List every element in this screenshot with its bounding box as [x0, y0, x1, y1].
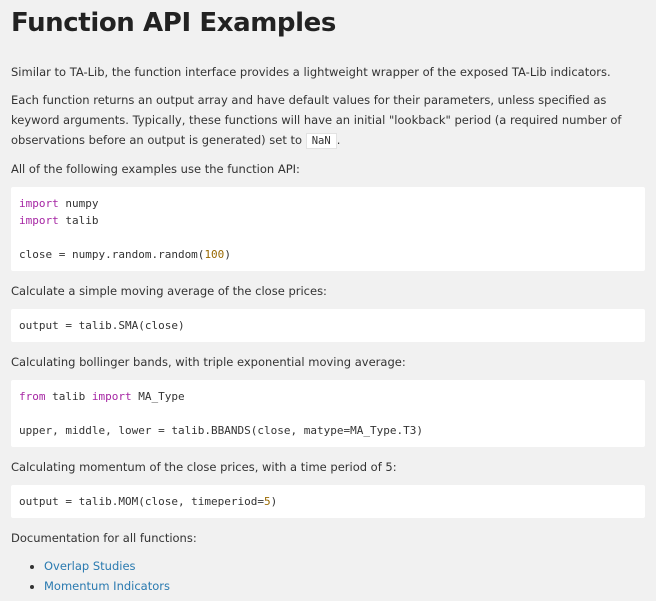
nan-inline-code: NaN — [305, 133, 337, 149]
number-literal: 5 — [264, 495, 271, 508]
page-title: Function API Examples — [11, 8, 336, 38]
list-item: Overlap Studies — [44, 556, 645, 576]
code-text: upper, middle, lower = talib.BBANDS(clos… — [19, 424, 423, 437]
code-text: close = numpy.random.random( — [19, 248, 205, 261]
docs-label: Documentation for all functions: — [11, 531, 197, 545]
intro-paragraph: Similar to TA-Lib, the function interfac… — [11, 65, 611, 79]
keyword: from — [19, 390, 46, 403]
code-text: numpy — [58, 197, 99, 210]
page-content: Function API Examples Similar to TA-Lib,… — [0, 0, 656, 596]
docs-link-list: Overlap Studies Momentum Indicators — [11, 556, 645, 596]
sma-label: Calculate a simple moving average of the… — [11, 284, 327, 298]
mom-label: Calculating momentum of the close prices… — [11, 460, 397, 474]
code-text: output = talib.MOM(close, timeperiod= — [19, 495, 265, 508]
description-end: . — [336, 133, 341, 147]
code-block-imports[interactable]: import numpy import talib close = numpy.… — [11, 187, 645, 271]
momentum-indicators-link[interactable]: Momentum Indicators — [44, 579, 170, 593]
keyword: import — [19, 214, 59, 227]
keyword: import — [19, 197, 59, 210]
code-block-bbands[interactable]: from talib import MA_Type upper, middle,… — [11, 380, 645, 447]
keyword: import — [91, 390, 132, 403]
code-text: talib — [45, 390, 92, 403]
bbands-label: Calculating bollinger bands, with triple… — [11, 355, 406, 369]
number-literal: 100 — [204, 248, 225, 261]
code-block-mom[interactable]: output = talib.MOM(close, timeperiod=5) — [11, 485, 645, 518]
code-text: MA_Type — [131, 390, 185, 403]
description-paragraph: Each function returns an output array an… — [11, 90, 645, 151]
list-item: Momentum Indicators — [44, 576, 645, 596]
overlap-studies-link[interactable]: Overlap Studies — [44, 559, 136, 573]
code-block-sma[interactable]: output = talib.SMA(close) — [11, 309, 645, 342]
code-text: ) — [224, 248, 231, 261]
code-text: ) — [270, 495, 278, 508]
code-text: talib — [58, 214, 99, 227]
examples-intro: All of the following examples use the fu… — [11, 162, 300, 176]
code-text: output = talib.SMA(close) — [19, 319, 185, 332]
